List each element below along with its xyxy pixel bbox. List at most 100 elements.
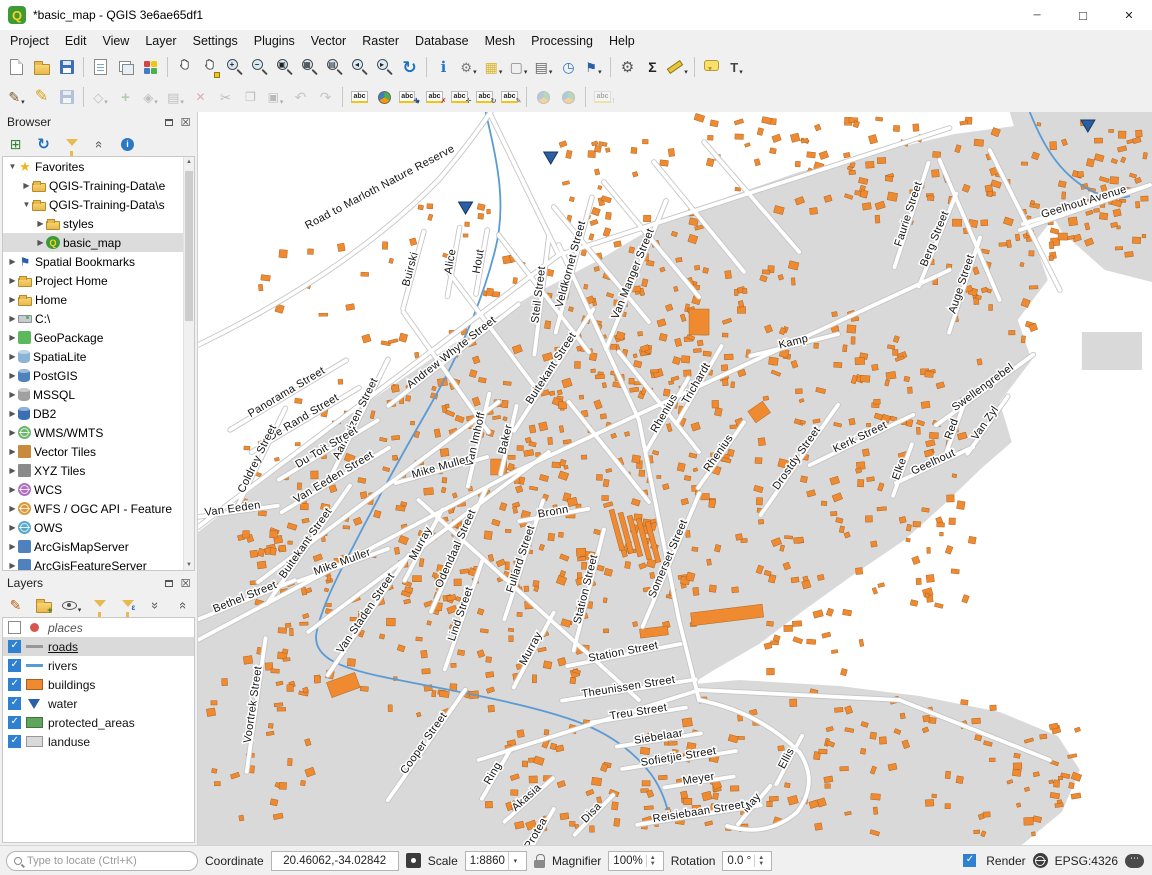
expander-icon[interactable] bbox=[35, 219, 46, 228]
locate-search[interactable] bbox=[6, 851, 198, 871]
coordinate-value[interactable]: 20.46062,-34.02842 bbox=[271, 851, 399, 871]
expander-icon[interactable] bbox=[7, 523, 18, 532]
expander-icon[interactable] bbox=[35, 238, 46, 247]
browser-item-arcgisfeatureserver[interactable]: ArcGisFeatureServer bbox=[3, 556, 194, 571]
copy-features[interactable]: ❐ bbox=[239, 85, 262, 109]
expander-icon[interactable] bbox=[7, 276, 18, 285]
menu-mesh[interactable]: Mesh bbox=[477, 32, 524, 50]
scrollbar-thumb[interactable] bbox=[185, 171, 193, 321]
layer-visibility-checkbox[interactable] bbox=[8, 697, 21, 710]
menu-project[interactable]: Project bbox=[2, 32, 57, 50]
layer-labeling-options[interactable]: abc bbox=[348, 85, 371, 109]
open-attribute-table[interactable]: ▤▾ bbox=[532, 55, 555, 79]
menu-layer[interactable]: Layer bbox=[137, 32, 184, 50]
map-tips[interactable] bbox=[700, 55, 723, 79]
processing-toolbox[interactable]: ⚙ bbox=[616, 55, 639, 79]
menu-database[interactable]: Database bbox=[407, 32, 477, 50]
change-label-properties[interactable]: abc✎ bbox=[498, 85, 521, 109]
browser-item-mssql[interactable]: MSSQL bbox=[3, 385, 194, 404]
browser-item-favorites[interactable]: Favorites bbox=[3, 157, 194, 176]
show-unplaced-labels[interactable]: abc! bbox=[591, 85, 614, 109]
spinner-arrows-icon[interactable] bbox=[754, 855, 767, 867]
expander-icon[interactable] bbox=[7, 333, 18, 342]
change-diagram-properties[interactable] bbox=[557, 85, 580, 109]
expander-icon[interactable] bbox=[21, 181, 32, 190]
new-print-layout[interactable] bbox=[89, 55, 112, 79]
zoom-full[interactable]: ▣ bbox=[273, 55, 296, 79]
delete-selected[interactable]: ✕ bbox=[189, 85, 212, 109]
expander-icon[interactable] bbox=[7, 162, 18, 171]
manage-map-themes[interactable]: ▾ bbox=[60, 593, 83, 617]
select-features[interactable]: ▦▾ bbox=[482, 55, 505, 79]
menu-settings[interactable]: Settings bbox=[185, 32, 246, 50]
expander-icon[interactable] bbox=[21, 200, 32, 209]
move-diagram[interactable] bbox=[532, 85, 555, 109]
expander-icon[interactable] bbox=[7, 409, 18, 418]
browser-item-db2[interactable]: DB2 bbox=[3, 404, 194, 423]
deselect-features[interactable]: ▢▾ bbox=[507, 55, 530, 79]
expander-icon[interactable] bbox=[7, 295, 18, 304]
collapse-all[interactable]: « bbox=[172, 593, 195, 617]
expand-all[interactable]: » bbox=[144, 593, 167, 617]
expander-icon[interactable] bbox=[7, 352, 18, 361]
expander-icon[interactable] bbox=[7, 466, 18, 475]
render-checkbox[interactable] bbox=[963, 854, 976, 867]
layer-visibility-checkbox[interactable] bbox=[8, 716, 21, 729]
layer-visibility-checkbox[interactable] bbox=[8, 621, 21, 634]
maximize-button[interactable] bbox=[1060, 0, 1106, 30]
expander-icon[interactable] bbox=[7, 561, 18, 570]
layer-item-rivers[interactable]: rivers bbox=[3, 656, 194, 675]
extent-toggle-icon[interactable] bbox=[406, 853, 421, 868]
zoom-last[interactable]: ◂ bbox=[348, 55, 371, 79]
cut-features[interactable]: ✂ bbox=[214, 85, 237, 109]
chevron-down-icon[interactable] bbox=[508, 852, 522, 870]
vertex-tool-all-layers[interactable]: ◈▾ bbox=[139, 85, 162, 109]
browser-item-geopackage[interactable]: GeoPackage bbox=[3, 328, 194, 347]
browser-item-ows[interactable]: OWS bbox=[3, 518, 194, 537]
layer-item-landuse[interactable]: landuse bbox=[3, 732, 194, 751]
text-annotation[interactable]: T▾ bbox=[725, 55, 748, 79]
browser-item-qgis-training-data-e[interactable]: QGIS-Training-Data\e bbox=[3, 176, 194, 195]
messages-icon[interactable] bbox=[1125, 854, 1144, 868]
collapse-all[interactable]: « bbox=[88, 132, 111, 156]
minimize-button[interactable] bbox=[1014, 0, 1060, 30]
layer-visibility-checkbox[interactable] bbox=[8, 640, 21, 653]
move-label[interactable]: abc✛ bbox=[448, 85, 471, 109]
layer-item-buildings[interactable]: buildings bbox=[3, 675, 194, 694]
modify-attributes[interactable]: ▤▾ bbox=[164, 85, 187, 109]
zoom-to-layer[interactable]: ▤ bbox=[323, 55, 346, 79]
filter-browser[interactable] bbox=[60, 132, 83, 156]
layer-item-roads[interactable]: roads bbox=[3, 637, 194, 656]
browser-item-arcgismapserver[interactable]: ArcGisMapServer bbox=[3, 537, 194, 556]
layer-item-places[interactable]: places bbox=[3, 618, 194, 637]
pan-map-to-selection[interactable] bbox=[198, 55, 221, 79]
pan-map[interactable] bbox=[173, 55, 196, 79]
expander-icon[interactable] bbox=[7, 504, 18, 513]
new-project[interactable] bbox=[5, 55, 28, 79]
lock-icon[interactable] bbox=[534, 854, 545, 868]
expander-icon[interactable] bbox=[7, 447, 18, 456]
map-canvas[interactable]: Road to Marloth Nature ReserveBuirskiAli… bbox=[197, 112, 1152, 845]
digitize-with-segment[interactable]: ◇▾ bbox=[89, 85, 112, 109]
menu-raster[interactable]: Raster bbox=[354, 32, 407, 50]
paste-features[interactable]: ▣▾ bbox=[264, 85, 287, 109]
undo[interactable]: ↶ bbox=[289, 85, 312, 109]
expander-icon[interactable] bbox=[7, 257, 18, 266]
zoom-to-selection[interactable]: ▦ bbox=[298, 55, 321, 79]
save-project[interactable] bbox=[55, 55, 78, 79]
browser-item-xyz-tiles[interactable]: XYZ Tiles bbox=[3, 461, 194, 480]
menu-plugins[interactable]: Plugins bbox=[246, 32, 303, 50]
browser-item-postgis[interactable]: PostGIS bbox=[3, 366, 194, 385]
browser-item-c[interactable]: C:\ bbox=[3, 309, 194, 328]
browser-item-wcs[interactable]: WCS bbox=[3, 480, 194, 499]
expander-icon[interactable] bbox=[7, 542, 18, 551]
browser-item-qgis-training-data-s[interactable]: QGIS-Training-Data\s bbox=[3, 195, 194, 214]
layer-visibility-checkbox[interactable] bbox=[8, 659, 21, 672]
scale-combo[interactable]: 1:8860 bbox=[465, 851, 527, 871]
browser-item-wms-wmts[interactable]: WMS/WMTS bbox=[3, 423, 194, 442]
magnifier-spinner[interactable]: 100% bbox=[608, 851, 663, 871]
browser-item-vector-tiles[interactable]: Vector Tiles bbox=[3, 442, 194, 461]
show-layout-manager[interactable] bbox=[114, 55, 137, 79]
highlight-unplaced-labels[interactable]: abc✗ bbox=[423, 85, 446, 109]
zoom-next[interactable]: ▸ bbox=[373, 55, 396, 79]
